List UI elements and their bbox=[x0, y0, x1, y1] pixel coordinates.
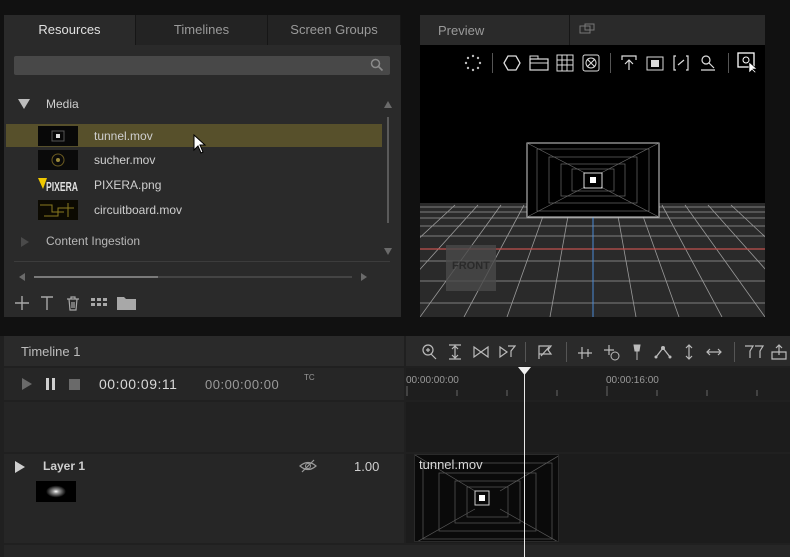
tab-screen-groups[interactable]: Screen Groups bbox=[268, 15, 401, 45]
fit-vertical-icon[interactable] bbox=[446, 343, 464, 361]
pause-icon[interactable] bbox=[42, 375, 60, 393]
playhead-handle-icon[interactable] bbox=[518, 367, 531, 376]
tab-resources[interactable]: Resources bbox=[4, 15, 136, 45]
panel-divider bbox=[14, 261, 390, 262]
play-icon[interactable] bbox=[18, 375, 36, 393]
preview-3d-scene bbox=[420, 142, 765, 317]
marker-pin-icon[interactable] bbox=[628, 343, 646, 361]
time-ruler[interactable] bbox=[406, 368, 790, 400]
media-item-name: tunnel.mov bbox=[94, 129, 153, 143]
image-icon[interactable] bbox=[646, 54, 664, 72]
expand-arrow-icon[interactable] bbox=[20, 236, 30, 248]
grid-view-icon[interactable] bbox=[90, 294, 108, 312]
sucher-thumbnail bbox=[38, 150, 78, 170]
toolbar-separator bbox=[734, 342, 735, 362]
content-ingestion-folder-label[interactable]: Content Ingestion bbox=[46, 234, 140, 248]
visibility-hidden-icon[interactable] bbox=[298, 457, 318, 475]
secondary-time[interactable]: 00:00:00:00 bbox=[205, 377, 279, 392]
playhead-line[interactable] bbox=[524, 372, 525, 557]
add-cue-icon[interactable] bbox=[576, 343, 594, 361]
media-item-circuitboard[interactable]: circuitboard.mov bbox=[6, 198, 382, 221]
vertical-scrollbar[interactable] bbox=[383, 100, 393, 258]
filter-icon[interactable] bbox=[498, 343, 516, 361]
layer-thumbnail bbox=[36, 481, 76, 502]
grid-icon[interactable] bbox=[556, 54, 574, 72]
horizontal-scrollbar[interactable] bbox=[18, 272, 368, 282]
add-icon[interactable] bbox=[13, 294, 31, 312]
timeline-title: Timeline 1 bbox=[21, 344, 81, 359]
upload-icon[interactable] bbox=[620, 54, 638, 72]
funnel-icon[interactable] bbox=[744, 343, 766, 361]
current-time[interactable]: 00:00:09:11 bbox=[99, 376, 177, 392]
search-input[interactable] bbox=[14, 56, 390, 75]
ruler-label-start: 00:00:00:00 bbox=[406, 375, 459, 386]
loading-spinner-icon bbox=[464, 54, 482, 72]
toolbar-separator bbox=[728, 53, 729, 73]
magnify-icon[interactable] bbox=[699, 54, 717, 72]
folder-icon[interactable] bbox=[116, 294, 138, 312]
preview-divider bbox=[569, 15, 570, 45]
curve-icon[interactable] bbox=[654, 343, 672, 361]
layer-name[interactable]: Layer 1 bbox=[43, 459, 85, 473]
resize-vertical-icon[interactable] bbox=[680, 343, 698, 361]
transport-bar bbox=[4, 368, 404, 400]
media-item-name: sucher.mov bbox=[94, 153, 156, 167]
search-icon[interactable] bbox=[370, 58, 384, 72]
split-icon[interactable] bbox=[472, 343, 490, 361]
toolbar-separator bbox=[492, 53, 493, 73]
collapse-arrow-icon[interactable] bbox=[18, 98, 31, 110]
tab-timelines[interactable]: Timelines bbox=[136, 15, 268, 45]
preview-title: Preview bbox=[438, 23, 485, 38]
media-item-pixera[interactable]: PIXERA PIXERA.png bbox=[6, 173, 382, 196]
pixera-logo-thumbnail: PIXERA bbox=[38, 175, 78, 195]
text-icon[interactable] bbox=[38, 294, 56, 312]
toolbar-separator bbox=[610, 53, 611, 73]
track-area-empty-right bbox=[406, 402, 790, 452]
media-folder-label[interactable]: Media bbox=[46, 97, 79, 111]
export-icon[interactable] bbox=[770, 343, 788, 361]
flag-icon[interactable] bbox=[536, 343, 554, 361]
track-area-empty bbox=[4, 402, 404, 452]
front-view-label: FRONT bbox=[452, 260, 490, 272]
bracket-icon[interactable] bbox=[672, 54, 690, 72]
resize-horizontal-icon[interactable] bbox=[705, 343, 723, 361]
layer-expand-icon[interactable] bbox=[11, 458, 29, 476]
select-tool-icon[interactable] bbox=[737, 52, 759, 74]
tunnel-thumbnail bbox=[38, 126, 78, 146]
stop-icon[interactable] bbox=[66, 375, 84, 393]
clip-name: tunnel.mov bbox=[419, 457, 483, 472]
hexagon-icon[interactable] bbox=[503, 54, 521, 72]
svg-text:PIXERA: PIXERA bbox=[46, 179, 78, 194]
zoom-icon[interactable] bbox=[420, 343, 438, 361]
timeline-footer bbox=[4, 545, 790, 557]
preview-viewport[interactable]: FRONT bbox=[420, 45, 765, 317]
media-item-name: circuitboard.mov bbox=[94, 203, 183, 217]
ruler-label-16s: 00:00:16:00 bbox=[606, 375, 659, 386]
media-item-name: PIXERA.png bbox=[94, 178, 162, 192]
timecode-label: TC bbox=[304, 373, 315, 382]
toolbar-separator bbox=[566, 342, 567, 362]
layer-opacity[interactable]: 1.00 bbox=[354, 459, 379, 474]
trash-icon[interactable] bbox=[64, 294, 82, 312]
add-time-icon[interactable] bbox=[602, 343, 620, 361]
mouse-cursor-icon bbox=[193, 134, 207, 154]
layout-icon[interactable] bbox=[529, 54, 549, 72]
detach-window-icon[interactable] bbox=[578, 21, 596, 39]
circuitboard-thumbnail bbox=[38, 200, 78, 220]
toolbar-separator bbox=[525, 342, 526, 362]
target-icon[interactable] bbox=[582, 54, 600, 72]
